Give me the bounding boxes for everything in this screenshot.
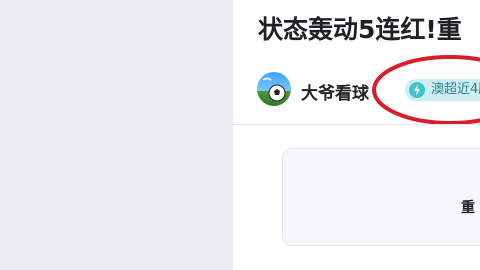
card-text: 重: [461, 200, 475, 216]
author-name[interactable]: 大爷看球: [301, 79, 369, 104]
left-gutter: [0, 0, 233, 270]
lightning-icon: [409, 82, 425, 98]
author-avatar[interactable]: [257, 72, 291, 106]
content-card: 重: [282, 148, 480, 246]
header-divider: [233, 124, 480, 125]
article-panel: 状态轰动5连红!重 大爷看球 澳超近4胜率 重: [233, 0, 480, 270]
author-row: 大爷看球 澳超近4胜率: [257, 72, 480, 108]
article-title: 状态轰动5连红!重: [258, 15, 462, 44]
tag-label: 澳超近4胜率: [431, 82, 480, 97]
tag-badge[interactable]: 澳超近4胜率: [405, 79, 480, 101]
soccer-ball-icon: [262, 77, 286, 102]
